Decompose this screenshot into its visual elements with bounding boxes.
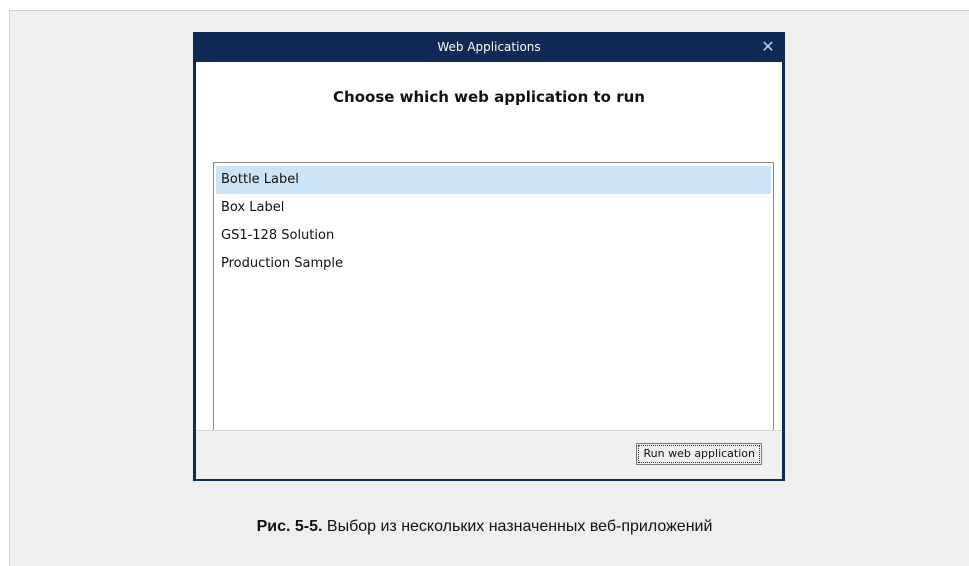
- list-item-gs1-128-solution[interactable]: GS1-128 Solution: [216, 222, 771, 250]
- dialog-title: Web Applications: [437, 40, 541, 54]
- dialog-titlebar: Web Applications ✕: [196, 32, 782, 62]
- list-item-box-label[interactable]: Box Label: [216, 194, 771, 222]
- caption-label: Рис. 5-5.: [256, 518, 323, 535]
- run-web-application-button[interactable]: Run web application: [636, 443, 762, 465]
- caption-text: Выбор из нескольких назначенных веб-прил…: [322, 518, 713, 535]
- list-item-bottle-label[interactable]: Bottle Label: [216, 166, 771, 194]
- web-application-list[interactable]: Bottle Label Box Label GS1-128 Solution …: [213, 162, 774, 442]
- dialog-footer: Run web application: [196, 430, 782, 479]
- dialog-client-area: Choose which web application to run Bott…: [196, 62, 782, 442]
- close-icon[interactable]: ✕: [758, 32, 778, 62]
- dialog-heading: Choose which web application to run: [333, 88, 645, 106]
- list-item-production-sample[interactable]: Production Sample: [216, 250, 771, 278]
- web-applications-dialog: Web Applications ✕ Choose which web appl…: [193, 32, 785, 481]
- figure-caption: Рис. 5-5. Выбор из нескольких назначенны…: [0, 518, 969, 536]
